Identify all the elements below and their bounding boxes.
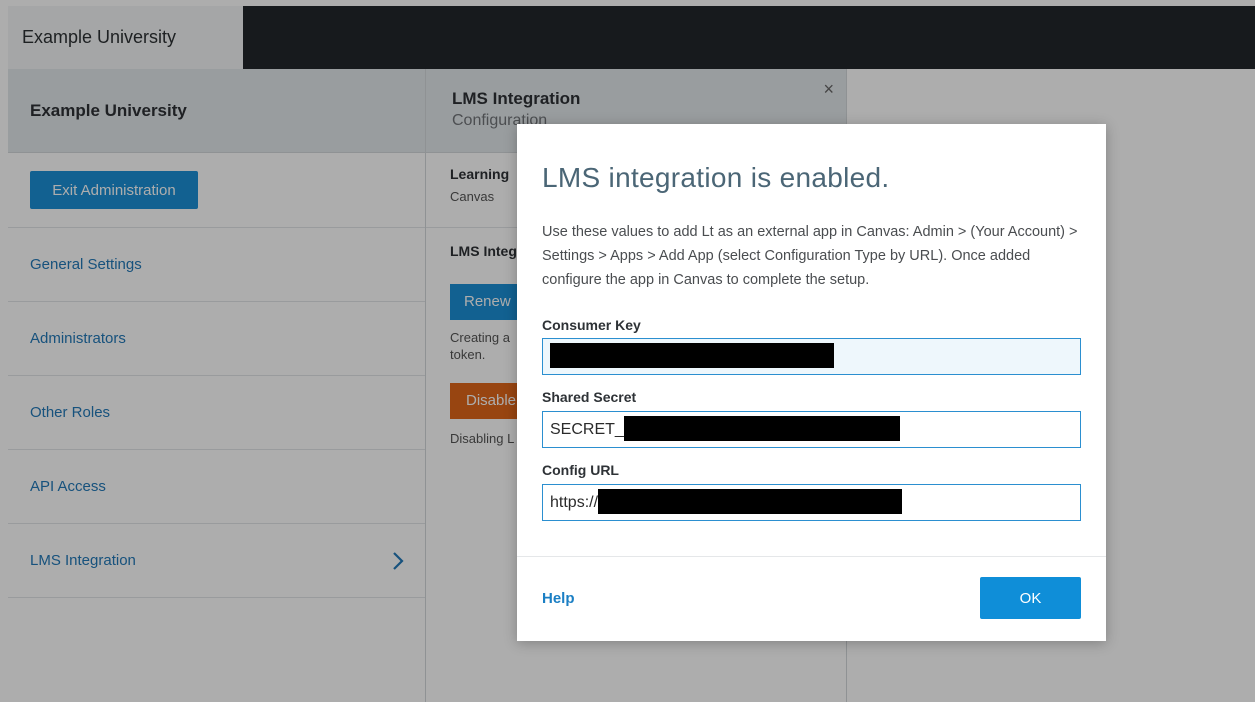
help-link[interactable]: Help: [542, 590, 575, 607]
config-url-field[interactable]: https://: [542, 484, 1081, 521]
shared-secret-value: SECRET_: [550, 421, 624, 438]
shared-secret-label: Shared Secret: [542, 389, 637, 405]
dialog-footer-divider: [517, 556, 1106, 557]
dialog-description: Use these values to add Lt as an externa…: [542, 224, 1078, 288]
shared-secret-field[interactable]: SECRET_: [542, 411, 1081, 448]
redaction-bar: [623, 415, 900, 441]
config-url-value: https://: [550, 494, 599, 511]
redaction-bar: [550, 342, 834, 368]
consumer-key-field[interactable]: [542, 338, 1081, 375]
redaction-bar: [598, 488, 903, 514]
dialog-title: LMS integration is enabled.: [542, 162, 890, 193]
ok-button[interactable]: OK: [980, 577, 1081, 619]
lms-enabled-dialog: LMS integration is enabled. Use these va…: [517, 124, 1106, 641]
consumer-key-label: Consumer Key: [542, 317, 641, 333]
config-url-label: Config URL: [542, 462, 619, 478]
